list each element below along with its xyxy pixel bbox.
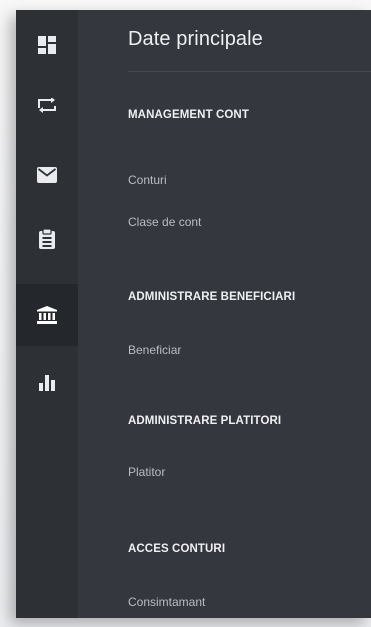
- section-heading-management-cont: MANAGEMENT CONT: [128, 109, 249, 121]
- menu-link-beneficiar[interactable]: Beneficiar: [128, 343, 181, 357]
- menu-content: Date principale MANAGEMENT CONT Conturi …: [78, 10, 371, 618]
- menu-link-consimtamant[interactable]: Consimtamant: [128, 595, 205, 609]
- title-divider: [128, 71, 371, 72]
- section-heading-administrare-beneficiari: ADMINISTRARE BENEFICIARI: [128, 291, 296, 303]
- mail-icon: [37, 167, 57, 183]
- section-heading-administrare-platitori: ADMINISTRARE PLATITORI: [128, 415, 282, 427]
- menu-link-conturi[interactable]: Conturi: [128, 173, 167, 187]
- icon-rail: [16, 10, 78, 618]
- menu-link-clase-de-cont[interactable]: Clase de cont: [128, 215, 201, 229]
- rail-item-mail[interactable]: [16, 144, 78, 206]
- bank-icon: [37, 306, 57, 324]
- section-heading-acces-conturi: ACCES CONTURI: [128, 543, 226, 555]
- rail-item-transfer[interactable]: [16, 76, 78, 138]
- menu-link-platitor[interactable]: Platitor: [128, 465, 165, 479]
- clipboard-icon: [39, 229, 55, 249]
- navigation-panel: Date principale MANAGEMENT CONT Conturi …: [16, 10, 371, 618]
- rail-item-bank[interactable]: [16, 284, 78, 346]
- rail-item-clipboard[interactable]: [16, 208, 78, 270]
- page-title: Date principale: [128, 28, 263, 50]
- rail-item-dashboard[interactable]: [16, 14, 78, 76]
- rail-item-statistics[interactable]: [16, 352, 78, 414]
- app-background: Date principale MANAGEMENT CONT Conturi …: [0, 0, 371, 627]
- transfer-icon: [38, 98, 56, 113]
- bar-chart-icon: [39, 375, 55, 391]
- dashboard-icon: [38, 36, 56, 54]
